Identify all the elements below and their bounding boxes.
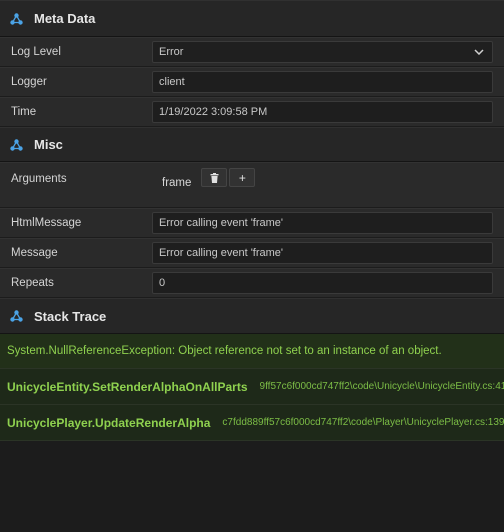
log-level-row: Log Level Error xyxy=(0,37,504,67)
frame-location: c7fdd889ff57c6f000cd747ff2\code\Player\U… xyxy=(222,417,504,428)
message-field[interactable]: Error calling event 'frame' xyxy=(152,242,493,264)
time-field[interactable]: 1/19/2022 3:09:58 PM xyxy=(152,101,493,123)
triangle-nodes-icon xyxy=(10,12,23,25)
exception-message[interactable]: System.NullReferenceException: Object re… xyxy=(0,334,504,369)
argument-name: frame xyxy=(162,177,192,189)
log-level-select[interactable]: Error xyxy=(152,41,493,63)
stack-trace-header[interactable]: Stack Trace xyxy=(0,298,504,334)
triangle-nodes-icon xyxy=(10,138,23,151)
section-title: Meta Data xyxy=(34,11,96,26)
message-label: Message xyxy=(11,247,58,259)
misc-header[interactable]: Misc xyxy=(0,127,504,162)
trash-icon xyxy=(210,172,219,183)
html-message-label: HtmlMessage xyxy=(11,217,82,229)
triangle-nodes-icon xyxy=(10,310,23,322)
message-row: Message Error calling event 'frame' xyxy=(0,238,504,268)
arguments-label: Arguments xyxy=(11,173,67,185)
logger-row: Logger client xyxy=(0,67,504,97)
repeats-label: Repeats xyxy=(11,277,54,289)
argument-item: frame + xyxy=(162,163,257,189)
time-label: Time xyxy=(11,106,37,118)
log-detail-panel: Meta Data Log Level Error Logger client … xyxy=(0,0,504,532)
html-message-row: HtmlMessage Error calling event 'frame' xyxy=(0,208,504,238)
arguments-row: Arguments frame + xyxy=(0,162,504,208)
log-level-value: Error xyxy=(159,46,184,58)
stack-frame[interactable]: UnicycleEntity.SetRenderAlphaOnAllParts … xyxy=(0,369,504,405)
frame-location: 9ff57c6f000cd747ff2\code\Unicycle\Unicyc… xyxy=(259,381,504,392)
frame-function: UnicyclePlayer.UpdateRenderAlpha xyxy=(7,415,211,430)
stack-frame[interactable]: UnicyclePlayer.UpdateRenderAlpha c7fdd88… xyxy=(0,405,504,441)
chevron-down-icon xyxy=(474,49,484,55)
log-level-label: Log Level xyxy=(11,46,61,58)
time-row: Time 1/19/2022 3:09:58 PM xyxy=(0,97,504,127)
section-title: Stack Trace xyxy=(34,308,107,324)
logger-label: Logger xyxy=(11,76,47,88)
stack-trace: System.NullReferenceException: Object re… xyxy=(0,334,504,441)
html-message-field[interactable]: Error calling event 'frame' xyxy=(152,212,493,234)
frame-function: UnicycleEntity.SetRenderAlphaOnAllParts xyxy=(7,379,248,394)
repeats-row: Repeats 0 xyxy=(0,268,504,298)
add-argument-button[interactable]: + xyxy=(229,168,256,187)
section-title: Misc xyxy=(34,137,63,152)
repeats-field[interactable]: 0 xyxy=(152,272,493,294)
logger-field[interactable]: client xyxy=(152,71,493,93)
meta-data-header[interactable]: Meta Data xyxy=(0,0,504,37)
delete-argument-button[interactable] xyxy=(201,168,228,187)
